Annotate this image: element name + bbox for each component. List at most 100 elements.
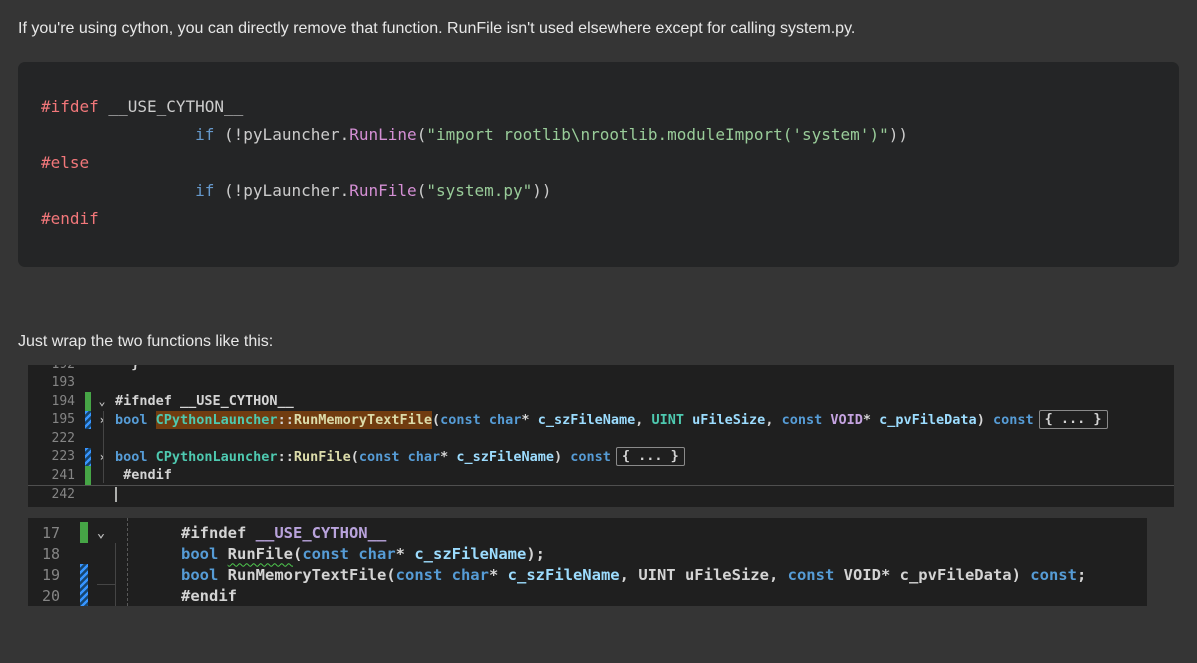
intro-paragraph: If you're using cython, you can directly… [18, 0, 1179, 38]
editor-row-242[interactable]: 242 [28, 485, 1174, 505]
code-token: __USE_CYTHON__ [99, 97, 244, 116]
chevron-right-icon[interactable]: › [94, 450, 110, 464]
code-token: ; [1077, 566, 1086, 584]
code-line-content: #endif [109, 587, 237, 605]
line-number: 242 [28, 487, 75, 502]
code-line-content: bool RunFile(const char* c_szFileName); [109, 545, 545, 563]
code-token: #endif [41, 209, 99, 228]
code-token: ) [554, 449, 570, 465]
code-line-content: #endif [115, 467, 172, 483]
gutter-modified-indicator [85, 448, 91, 467]
editor-row-222[interactable]: 222 [28, 429, 1174, 448]
line-number: 192 [28, 365, 75, 372]
editor-row-193[interactable]: 193 [28, 374, 1174, 393]
editor-row-17[interactable]: 17 ⌄#ifndef __USE_CYTHON__ [28, 522, 1147, 543]
code-token: UINT uFileSize [638, 566, 769, 584]
gutter-added-indicator [85, 466, 91, 485]
gutter-added-indicator [85, 392, 91, 411]
fold-range-end-marker [97, 584, 115, 585]
page: If you're using cython, you can directly… [0, 0, 1197, 606]
code-token: #endif [115, 467, 172, 483]
editor-screenshot-2[interactable]: 17 ⌄#ifndef __USE_CYTHON__18bool RunFile(… [28, 518, 1147, 606]
code-token: * [881, 566, 900, 584]
code-token: (!pyLauncher. [214, 181, 349, 200]
code-token: ( [386, 566, 395, 584]
code-token: UINT [652, 412, 685, 428]
code-token: RunMemoryTextFile [228, 566, 387, 584]
line-number: 17 [28, 524, 60, 542]
editor-row-195[interactable]: 195›bool CPythonLauncher::RunMemoryTextF… [28, 411, 1174, 430]
text-cursor [115, 487, 117, 502]
code-token: :: [278, 411, 294, 429]
code-block-lines: #ifdef __USE_CYTHON__ if (!pyLauncher.Ru… [41, 93, 1179, 233]
editor-row-19[interactable]: 19bool RunMemoryTextFile(const char* c_s… [28, 564, 1147, 585]
gutter [80, 543, 88, 564]
fold-guide [103, 411, 104, 483]
code-token: "import rootlib\nrootlib.moduleImport('s… [426, 125, 888, 144]
code-line: if (!pyLauncher.RunFile("system.py")) [41, 177, 1179, 205]
code-token: ( [351, 449, 359, 465]
chevron-right-icon[interactable]: › [94, 413, 110, 427]
code-line-content: } [115, 365, 139, 372]
code-token: :: [278, 449, 294, 465]
code-token: c_pvFileData [879, 412, 977, 428]
code-token: #endif [181, 587, 237, 605]
code-line-content [115, 487, 117, 502]
code-line-content: #ifndef __USE_CYTHON__ [115, 393, 294, 409]
code-token: c_pvFileData [900, 566, 1012, 584]
code-token: const [570, 449, 611, 465]
code-token: )) [889, 125, 908, 144]
editor-row-194[interactable]: 194⌄#ifndef __USE_CYTHON__ [28, 392, 1174, 411]
editor-row-223[interactable]: 223›bool CPythonLauncher::RunFile(const … [28, 448, 1174, 467]
gutter-modified-indicator [80, 585, 88, 606]
code-line: #endif [41, 205, 1179, 233]
editor-row-20[interactable]: 20#endif [28, 585, 1147, 606]
code-token: * [440, 449, 456, 465]
editor-screenshot-1[interactable]: 192 }193194⌄#ifndef __USE_CYTHON__195›bo… [28, 365, 1174, 507]
code-block: #ifdef __USE_CYTHON__ if (!pyLauncher.Ru… [18, 62, 1179, 267]
line-number: 19 [28, 566, 60, 584]
code-token: ( [417, 181, 427, 200]
gutter-modified-indicator [85, 411, 91, 430]
editor-1-rows: 192 }193194⌄#ifndef __USE_CYTHON__195›bo… [28, 365, 1174, 504]
code-token: * [521, 412, 537, 428]
gutter [85, 486, 91, 505]
code-token: { ... } [1039, 410, 1108, 429]
code-token: } [115, 365, 139, 372]
code-token: RunLine [349, 125, 416, 144]
code-token: , [620, 566, 639, 584]
editor-row-241[interactable]: 241 #endif [28, 466, 1174, 485]
line-number: 222 [28, 431, 75, 446]
code-token: const char [302, 545, 395, 563]
code-line-content: #ifndef __USE_CYTHON__ [109, 524, 386, 542]
code-token: * [489, 566, 508, 584]
chevron-down-icon[interactable]: ⌄ [94, 394, 110, 408]
code-token: RunFile [349, 181, 416, 200]
code-token: , [765, 412, 781, 428]
code-token: __USE_CYTHON__ [256, 524, 387, 542]
code-token: const [1030, 566, 1077, 584]
code-token: const [993, 412, 1034, 428]
code-token: * [396, 545, 415, 563]
code-token: CPythonLauncher [156, 449, 278, 465]
gutter [85, 429, 91, 448]
code-token: #ifndef __USE_CYTHON__ [115, 393, 294, 409]
editor-row-192[interactable]: 192 } [28, 365, 1174, 374]
code-token: "system.py" [426, 181, 532, 200]
code-token: bool [181, 566, 228, 584]
editor-2-rows: 17 ⌄#ifndef __USE_CYTHON__18bool RunFile(… [28, 518, 1147, 606]
code-token: c_szFileName [456, 449, 554, 465]
code-token: uFileSize [692, 412, 765, 428]
code-token: ); [526, 545, 545, 563]
code-line: #ifdef __USE_CYTHON__ [41, 93, 1179, 121]
code-token [684, 412, 692, 428]
code-token [41, 181, 195, 200]
code-token: VOID [830, 412, 863, 428]
editor-row-18[interactable]: 18bool RunFile(const char* c_szFileName)… [28, 543, 1147, 564]
code-token: ( [432, 412, 440, 428]
code-token: const char [396, 566, 489, 584]
code-token: { ... } [616, 447, 685, 466]
code-token: c_szFileName [508, 566, 620, 584]
chevron-down-icon[interactable]: ⌄ [93, 525, 109, 541]
code-token [41, 125, 195, 144]
